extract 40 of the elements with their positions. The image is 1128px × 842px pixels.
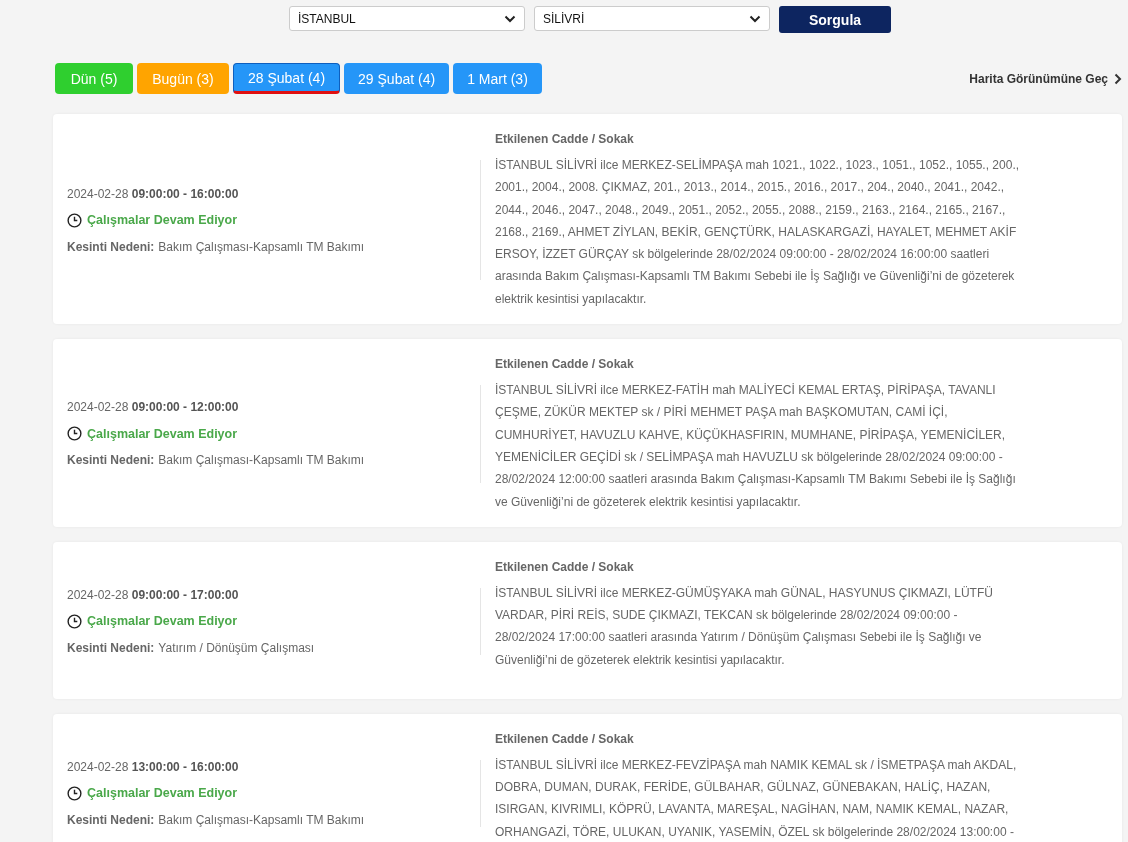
date-tab[interactable]: 1 Mart (3) [453, 63, 542, 94]
map-view-link[interactable]: Harita Görünümüne Geç [969, 71, 1122, 86]
reason-text: Yatırım / Dönüşüm Çalışması [158, 640, 315, 655]
reason-label: Kesinti Nedeni: [67, 640, 155, 655]
district-select[interactable]: SİLİVRİ [534, 6, 770, 31]
province-select[interactable]: İSTANBUL [289, 6, 525, 31]
outage-time: 2024-02-28 09:00:00 - 12:00:00 [67, 400, 240, 415]
status-text: Çalışmalar Devam Ediyor [87, 213, 238, 228]
date-tab[interactable]: Bugün (3) [137, 63, 229, 94]
chevron-down-icon [749, 14, 761, 23]
streets-title: Etkilenen Cadde / Sokak [495, 357, 635, 372]
clock-icon [67, 212, 82, 228]
clock-icon [67, 785, 82, 801]
status-text: Çalışmalar Devam Ediyor [87, 426, 238, 441]
chevron-right-icon [1114, 72, 1122, 85]
date-tab[interactable]: 29 Şubat (4) [344, 63, 450, 94]
outage-time: 2024-02-28 09:00:00 - 17:00:00 [67, 587, 240, 602]
outage-time: 2024-02-28 09:00:00 - 16:00:00 [67, 186, 240, 201]
streets-text: İSTANBUL SİLİVRİ ilce MERKEZ-SELİMPAŞA mah 1021., 1022., 1023., 1051., 1052., 1055., 200., 2001., 2004., 2008. ÇIKMAZ, 201., 2013., 2014., 2015., 2016., 2017., 204., 2040., 2041., 2042., 2044., 2046., 2047., 2048., 2049., 2051., 2052., 2055., 2088., 2159., 2163., 2164., 2165., 2167., 2168., 2169., AHMET ZİYLAN, BEKİR, GENÇTÜRK, HALASKARGAZİ, HAYALET, MEHMET AKİF ERSOY, İZZET GÜRÇAY sk bölgelerinde 28/02/2024 09:00:00 - 28/02/2024 16:00:00 saatleri arasında Bakım Çalışması-Kapsamlı TM Bakımı Sebebi ile İş Sağlığı ve Güvenliği’ni de gözeterek elektrik kesintisi yapılacaktır. [495, 157, 1020, 308]
date-tab[interactable]: Dün (5) [55, 63, 133, 94]
streets-title: Etkilenen Cadde / Sokak [495, 731, 635, 746]
streets-title: Etkilenen Cadde / Sokak [495, 132, 635, 146]
reason-text: Bakım Çalışması-Kapsamlı TM Bakımı [158, 239, 365, 254]
outage-time: 2024-02-28 13:00:00 - 16:00:00 [67, 759, 240, 774]
streets-title: Etkilenen Cadde / Sokak [495, 559, 635, 574]
reason-text: Bakım Çalışması-Kapsamlı TM Bakımı [158, 453, 365, 468]
clock-icon [67, 613, 82, 629]
date-tab[interactable]: 28 Şubat (4) [233, 63, 341, 94]
chevron-down-icon [504, 14, 516, 23]
streets-text: İSTANBUL SİLİVRİ ilce MERKEZ-GÜMÜŞYAKA mah GÜNAL, HASYUNUS ÇIKMAZI, LÜTFÜ VARDAR, PİRİ REİS, SUDE ÇIKMAZI, TEKCAN sk bölgelerinde 28/02/2024 09:00:00 - 28/02/2024 17:00:00 saatleri arasında Yatırım / Dönüşüm Çalışması Sebebi ile İş Sağlığı ve Güvenliği’ni de gözeterek elektrik kesintisi yapılacaktır. [495, 584, 994, 669]
streets-text: İSTANBUL SİLİVRİ ilce MERKEZ-FATİH mah MALİYECİ KEMAL ERTAŞ, PİRİPAŞA, TAVANLI ÇEŞME, ZÜKÜR MEKTEP sk / PİRİ MEHMET PAŞA mah BAŞKOMUTAN, CAMİ İÇİ, CUMHURİYET, HAVUZLU KAHVE, KÜÇÜKHASFIRIN, MUMHANE, PİRİPAŞA, YEMENİCİLER, YEMENİCİLER GEÇİDİ sk / SELİMPAŞA mah HAVUZLU sk bölgelerinde 28/02/2024 09:00:00 - 28/02/2024 12:00:00 saatleri arasında Bakım Çalışması-Kapsamlı TM Bakımı Sebebi ile İş Sağlığı ve Güvenliği’ni de gözeterek elektrik kesintisi yapılacaktır. [495, 382, 1017, 511]
clock-icon [67, 426, 82, 442]
reason-label: Kesinti Nedeni: [67, 239, 155, 254]
reason-label: Kesinti Nedeni: [67, 453, 155, 468]
reason-text: Bakım Çalışması-Kapsamlı TM Bakımı [158, 812, 365, 827]
status-text: Çalışmalar Devam Ediyor [87, 614, 238, 629]
status-text: Çalışmalar Devam Ediyor [87, 786, 238, 801]
submit-button[interactable]: Sorgula [779, 6, 891, 33]
reason-label: Kesinti Nedeni: [67, 812, 155, 827]
streets-text: İSTANBUL SİLİVRİ ilce MERKEZ-FEVZİPAŞA mah NAMIK KEMAL sk / İSMETPAŞA mah AKDAL, DOBRA, DUMAN, DURAK, FERİDE, GÜLBAHAR, GÜLNAZ, GÜNEBAKAN, HALİÇ, HAZAN, ISIRGAN, KIVRIMLI, KÖPRÜ, LAVANTA, MAREŞAL, NAGİHAN, NAM, NAMIK KEMAL, NAZAR, ORHANGAZİ, TÖRE, ULUKAN, UYANIK, YASEMİN, ÖZEL sk bölgelerinde 28/02/2024 13:00:00 - [495, 756, 1018, 841]
